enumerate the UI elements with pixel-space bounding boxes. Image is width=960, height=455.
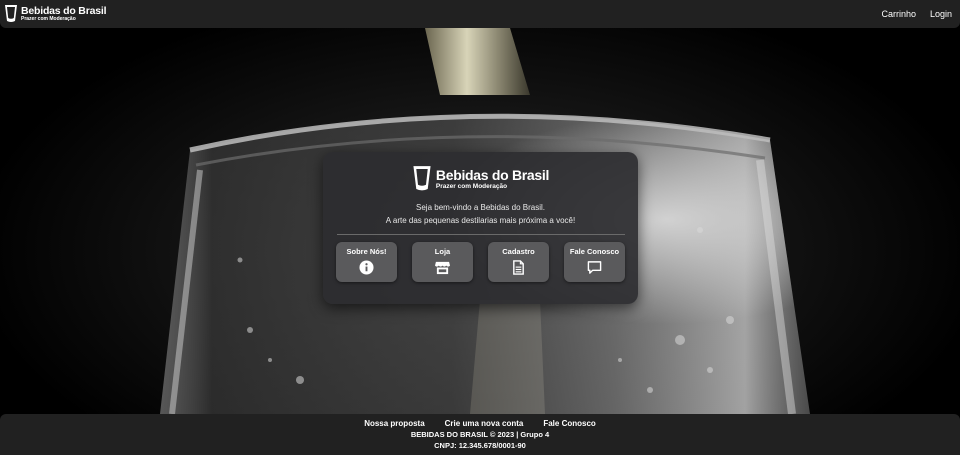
fale-conosco-label: Fale Conosco	[569, 247, 620, 256]
card-brand-title: Bebidas do Brasil	[435, 166, 550, 183]
brand-logo-link[interactable]: Bebidas do Brasil Prazer com Moderação	[4, 4, 106, 24]
footer-link-nossa-proposta[interactable]: Nossa proposta	[364, 419, 424, 428]
sobre-nos-button[interactable]: Sobre Nós!	[336, 242, 397, 282]
welcome-line-1: Seja bem-vindo a Bebidas do Brasil.	[416, 203, 545, 212]
glass-logo-icon	[413, 166, 431, 191]
footer-copyright: BEBIDAS DO BRASIL © 2023 | Grupo 4	[410, 430, 550, 439]
top-navbar: Bebidas do Brasil Prazer com Moderação C…	[0, 0, 960, 28]
document-icon	[513, 260, 524, 275]
fale-conosco-button[interactable]: Fale Conosco	[564, 242, 625, 282]
card-brand-subtitle: Prazer com Moderação	[435, 182, 508, 190]
nav-link-login[interactable]: Login	[930, 9, 952, 19]
footer-link-fale-conosco[interactable]: Fale Conosco	[543, 419, 595, 428]
glass-logo-icon	[5, 5, 17, 22]
info-icon	[359, 260, 374, 275]
footer-cnpj: CNPJ: 12.345.678/0001-90	[434, 441, 526, 450]
cadastro-button[interactable]: Cadastro	[488, 242, 549, 282]
footer: Nossa proposta Crie uma nova conta Fale …	[0, 414, 960, 455]
chat-icon	[587, 261, 602, 274]
brand-subtitle: Prazer com Moderação	[21, 16, 76, 23]
sobre-nos-label: Sobre Nós!	[346, 247, 387, 256]
card-brand: Bebidas do Brasil Prazer com Moderação	[412, 164, 549, 194]
loja-label: Loja	[434, 247, 451, 256]
store-icon	[435, 261, 450, 275]
card-button-row: Sobre Nós! Loja Cadastro Fale Conosco	[336, 242, 625, 282]
card-divider	[336, 234, 625, 235]
cadastro-label: Cadastro	[502, 247, 535, 256]
brand-title: Bebidas do Brasil	[21, 4, 107, 17]
nav-link-carrinho[interactable]: Carrinho	[881, 9, 916, 19]
welcome-line-2: A arte das pequenas destilarias mais pró…	[385, 215, 576, 225]
loja-button[interactable]: Loja	[412, 242, 473, 282]
footer-link-crie-conta[interactable]: Crie uma nova conta	[445, 419, 524, 428]
welcome-text: Seja bem-vindo a Bebidas do Brasil. A ar…	[386, 202, 575, 227]
welcome-card: Bebidas do Brasil Prazer com Moderação S…	[323, 152, 638, 304]
